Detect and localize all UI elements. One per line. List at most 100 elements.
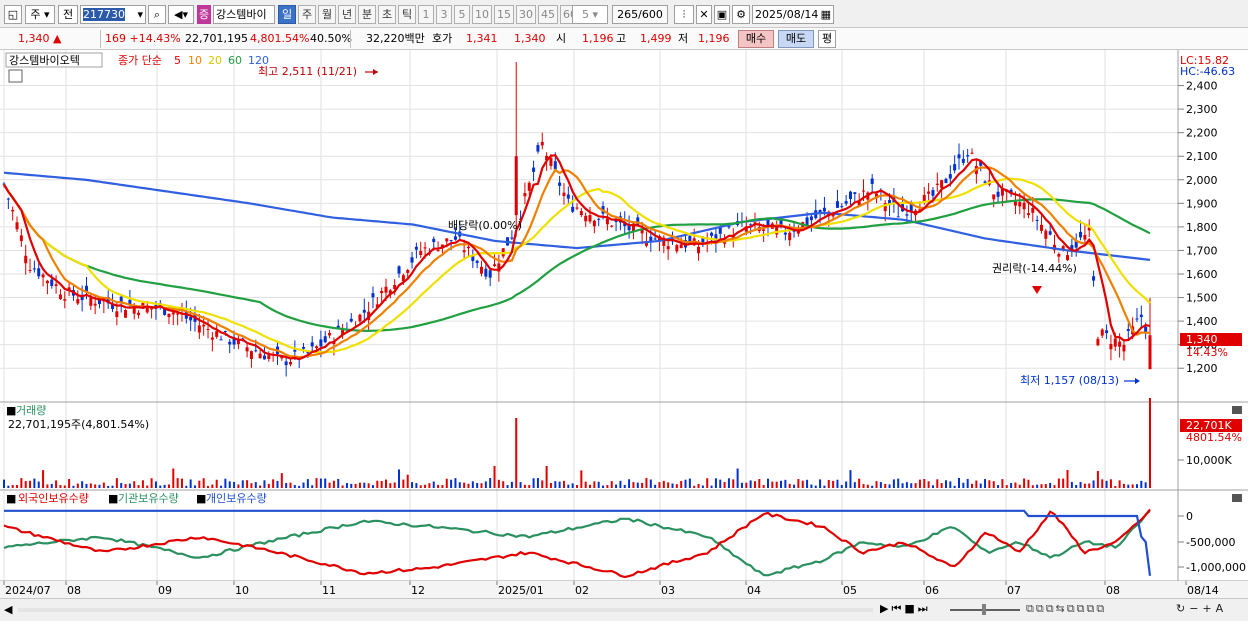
volume-bar: [241, 480, 244, 488]
candle-body: [76, 299, 80, 304]
volume-bar: [1040, 484, 1043, 488]
interval-3[interactable]: 3: [436, 5, 452, 24]
volume-bar: [1005, 485, 1008, 488]
volume-bar: [506, 485, 509, 488]
volume-bar: [246, 480, 249, 488]
x-tick-label: 08/14: [1187, 584, 1219, 597]
candle-body: [19, 235, 23, 242]
period-day[interactable]: 일: [278, 5, 296, 24]
volume-bar: [502, 481, 505, 488]
candle-body: [1105, 330, 1109, 334]
stock-code-input[interactable]: 217730 ▾: [80, 5, 146, 24]
volume-bar: [124, 484, 127, 488]
x-axis-bg: [0, 581, 1248, 598]
layout-icon[interactable]: ◱: [4, 5, 22, 24]
speaker-icon[interactable]: ◀▾: [168, 5, 194, 24]
y-tick-label: 1,800: [1186, 221, 1218, 234]
period-minute[interactable]: 분: [358, 5, 376, 24]
period-month[interactable]: 월: [318, 5, 336, 24]
interval-30[interactable]: 30: [516, 5, 536, 24]
volume-bar: [801, 480, 804, 488]
chart-tools-icon[interactable]: ⧉⧉⧉⇆⧉⧉⧉⧉: [1026, 602, 1106, 616]
volume-bar: [1109, 479, 1112, 488]
candle-body: [840, 206, 844, 208]
volume: 22,701,195: [185, 32, 248, 45]
interval-15[interactable]: 15: [494, 5, 514, 24]
interval-10[interactable]: 10: [472, 5, 492, 24]
playback-controls[interactable]: ▶⏮■⏭: [880, 602, 931, 616]
volume-bar: [402, 479, 405, 488]
candle-body: [436, 250, 440, 252]
candle-body: [1057, 253, 1061, 257]
candle-body: [1148, 335, 1152, 370]
candle-body: [466, 246, 470, 249]
stock-chart[interactable]: 강스템바이오텍 종가 단순 5 10 20 60 120 LC:15.82 HC…: [0, 50, 1248, 598]
scroll-left-icon[interactable]: ◀: [4, 603, 12, 616]
volume-bar: [597, 481, 600, 488]
table-icon[interactable]: [8, 69, 23, 83]
interval-1[interactable]: 1: [418, 5, 434, 24]
holdings-panel-close-icon[interactable]: [1232, 494, 1242, 502]
scrollbar-track[interactable]: [18, 608, 873, 612]
eval-button[interactable]: 평: [818, 30, 836, 48]
volume-bar: [632, 482, 635, 488]
candle-icon[interactable]: ⫶: [674, 5, 694, 24]
prev-button[interactable]: 전: [58, 5, 78, 24]
period-year[interactable]: 년: [338, 5, 356, 24]
zoom-controls[interactable]: ↻−+A: [1176, 602, 1227, 615]
candle-body: [54, 284, 58, 286]
zoom-slider-thumb[interactable]: [982, 604, 986, 615]
volume-value: 22,701,195주(4,801.54%): [8, 418, 149, 431]
period-week[interactable]: 주: [298, 5, 316, 24]
candle-body: [302, 346, 306, 349]
volume-bar: [476, 482, 479, 488]
volume-bar: [254, 482, 257, 488]
volume-bar: [771, 481, 774, 488]
sell-button[interactable]: 매도: [778, 30, 814, 48]
volume-bar: [471, 481, 474, 488]
date-input[interactable]: 2025/08/14 ▦: [752, 5, 834, 24]
volume-bar: [480, 483, 483, 488]
chevron-down-icon[interactable]: ▾: [137, 6, 145, 23]
period-second[interactable]: 초: [378, 5, 396, 24]
candle-body: [63, 299, 67, 301]
candle-body: [289, 361, 292, 365]
candle-body: [848, 191, 852, 199]
volume-bar: [424, 484, 427, 488]
low-label: 저: [678, 32, 689, 45]
legend-individual: 개인보유수량: [206, 492, 267, 505]
candle-body: [536, 145, 540, 152]
search-icon[interactable]: ⌕: [148, 5, 166, 24]
candle-body: [710, 232, 714, 236]
gear-icon[interactable]: ⚙: [732, 5, 750, 24]
interval-select[interactable]: 5 ▾: [572, 5, 608, 24]
volume-bar: [81, 481, 84, 488]
high-label: 고: [616, 32, 627, 45]
holdings-y-tick-0: 0: [1186, 510, 1193, 523]
volume-bar: [515, 418, 518, 488]
volume-bar: [1044, 484, 1047, 488]
candle-body: [905, 214, 909, 216]
crosshair-icon[interactable]: ✕: [696, 5, 712, 24]
volume-bar: [1131, 484, 1134, 488]
volume-bar: [380, 481, 383, 488]
candle-body: [822, 207, 826, 212]
holdings-y-tick-2: -1,000,000: [1186, 561, 1246, 574]
period-tick[interactable]: 틱: [398, 5, 416, 24]
calendar-icon[interactable]: ▦: [821, 6, 831, 23]
volume-bar: [536, 478, 539, 488]
interval-45[interactable]: 45: [538, 5, 558, 24]
volume-bar: [363, 482, 366, 488]
market-select[interactable]: 주 ▾: [25, 5, 55, 24]
candle-body: [697, 246, 701, 254]
save-icon[interactable]: ▣: [714, 5, 730, 24]
candle-body: [453, 236, 457, 240]
dividend-annotation: 배당락(0.00%): [448, 219, 522, 232]
volume-bar: [467, 483, 470, 488]
candle-body: [202, 324, 206, 327]
y-tick-label: 1,600: [1186, 268, 1218, 281]
buy-button[interactable]: 매수: [738, 30, 774, 48]
interval-5[interactable]: 5: [454, 5, 470, 24]
volume-panel-close-icon[interactable]: [1232, 406, 1242, 414]
volume-bar: [237, 484, 240, 488]
